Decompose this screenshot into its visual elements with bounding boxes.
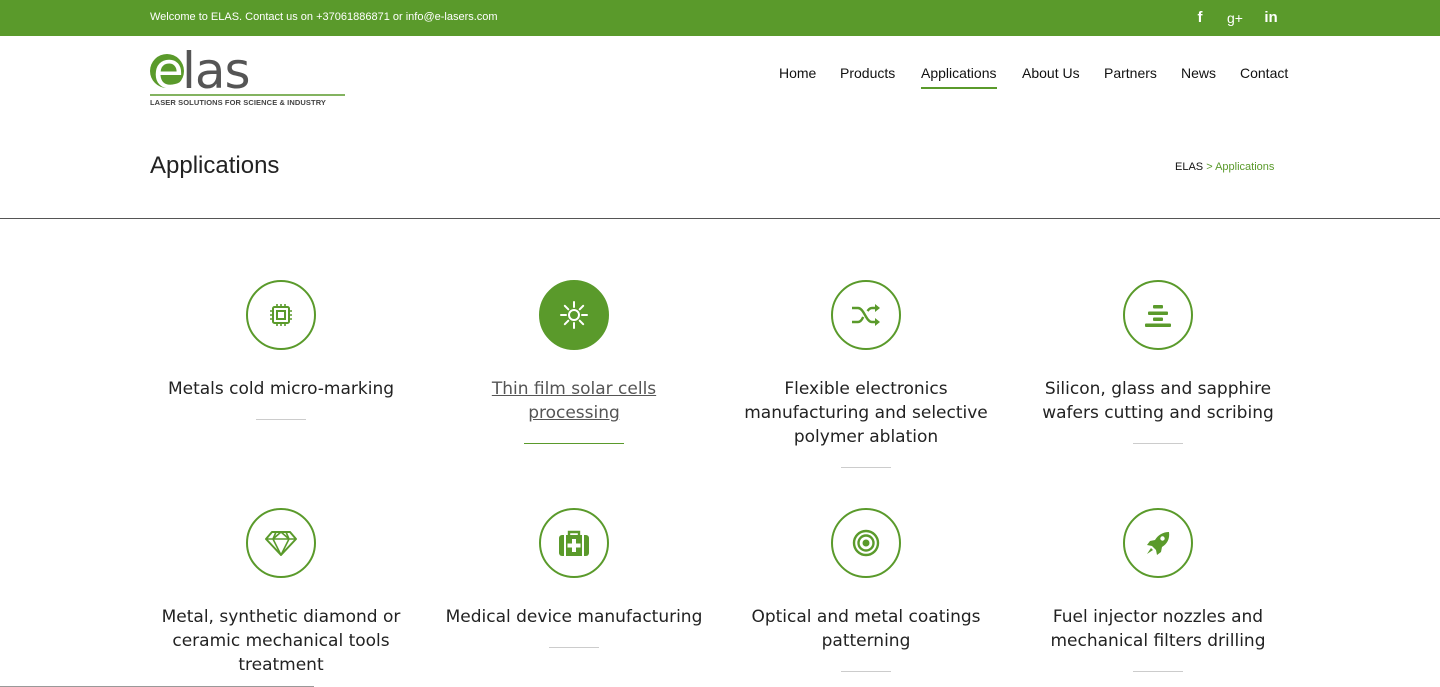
card-divider-active xyxy=(524,443,624,444)
nav-item-news[interactable]: News xyxy=(1181,65,1216,81)
facebook-icon[interactable]: f xyxy=(1190,8,1210,28)
sun-icon xyxy=(560,301,588,329)
elas-logo-mark: e las xyxy=(150,42,345,100)
application-link[interactable]: Fuel injector nozzles and mechanical fil… xyxy=(1028,605,1288,653)
layers-icon xyxy=(1145,305,1171,327)
card-divider xyxy=(1133,671,1183,672)
application-icon-button[interactable] xyxy=(539,508,609,578)
logo-letter-e: e xyxy=(153,42,184,98)
card-divider xyxy=(256,419,306,420)
application-link[interactable]: Metals cold micro-marking xyxy=(151,377,411,401)
application-icon-button[interactable] xyxy=(1123,508,1193,578)
application-icon-button[interactable] xyxy=(831,508,901,578)
application-link[interactable]: Silicon, glass and sapphire wafers cutti… xyxy=(1028,377,1288,425)
header-divider xyxy=(0,218,1440,219)
application-icon-button[interactable] xyxy=(539,280,609,350)
application-icon-button[interactable] xyxy=(246,280,316,350)
application-link[interactable]: Metal, synthetic diamond or ceramic mech… xyxy=(151,605,411,677)
application-icon-button[interactable] xyxy=(831,280,901,350)
nav-item-about-us[interactable]: About Us xyxy=(1022,65,1080,81)
card-divider xyxy=(549,647,599,648)
application-link[interactable]: Flexible electronics manufacturing and s… xyxy=(736,377,996,449)
top-bar: Welcome to ELAS. Contact us on +37061886… xyxy=(0,0,1440,36)
nav-item-home[interactable]: Home xyxy=(779,65,816,81)
application-icon-button[interactable] xyxy=(246,508,316,578)
breadcrumb: ELAS > Applications xyxy=(1175,161,1274,173)
nav-active-underline xyxy=(921,87,997,89)
application-link[interactable]: Thin film solar cells processing xyxy=(444,377,704,425)
diamond-icon xyxy=(265,531,297,556)
chip-icon xyxy=(270,304,292,326)
breadcrumb-separator: > xyxy=(1206,161,1213,173)
card-divider xyxy=(841,671,891,672)
logo-tagline: LASER SOLUTIONS FOR SCIENCE & INDUSTRY xyxy=(150,98,327,107)
application-icon-button[interactable] xyxy=(1123,280,1193,350)
page-title: Applications xyxy=(150,152,280,179)
welcome-text: Welcome to ELAS. Contact us on +37061886… xyxy=(150,11,498,23)
nav-item-products[interactable]: Products xyxy=(840,65,895,81)
target-icon xyxy=(852,529,880,557)
nav-item-partners[interactable]: Partners xyxy=(1104,65,1157,81)
card-divider xyxy=(841,467,891,468)
rocket-icon xyxy=(1147,532,1170,555)
linkedin-icon[interactable]: in xyxy=(1261,8,1281,28)
nav-item-applications-label: Applications xyxy=(921,65,997,81)
application-link[interactable]: Medical device manufacturing xyxy=(444,605,704,629)
elas-logo[interactable]: e las LASER SOLUTIONS FOR SCIENCE & INDU… xyxy=(150,40,350,110)
nav-item-contact[interactable]: Contact xyxy=(1240,65,1288,81)
logo-letters-las: las xyxy=(182,42,250,98)
nav-item-applications[interactable]: Applications xyxy=(921,65,997,89)
card-divider xyxy=(1133,443,1183,444)
medkit-icon xyxy=(559,530,589,556)
breadcrumb-current: Applications xyxy=(1215,161,1275,173)
shuffle-icon xyxy=(852,304,880,326)
breadcrumb-home-link[interactable]: ELAS xyxy=(1175,161,1203,173)
application-link[interactable]: Optical and metal coatings patterning xyxy=(736,605,996,653)
google-plus-icon[interactable]: g+ xyxy=(1225,8,1245,28)
